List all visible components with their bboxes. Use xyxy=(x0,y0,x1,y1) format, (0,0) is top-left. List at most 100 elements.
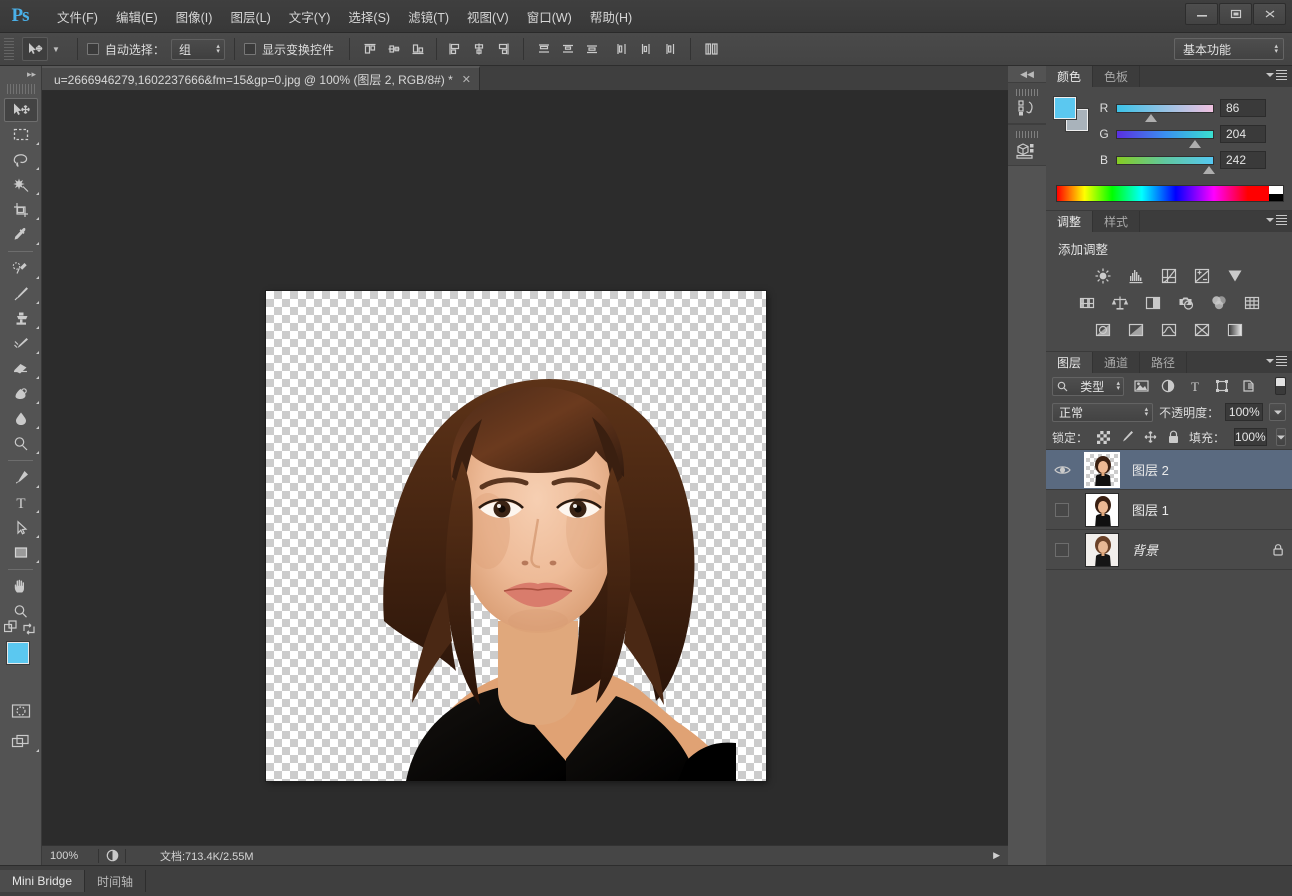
tab-styles[interactable]: 样式 xyxy=(1093,211,1141,232)
layer-thumbnail[interactable] xyxy=(1085,492,1119,527)
move-tool-icon[interactable] xyxy=(22,37,48,61)
fill-value[interactable]: 100% xyxy=(1234,428,1267,446)
menu-layer[interactable]: 图层(L) xyxy=(221,4,279,29)
black-white-icon[interactable] xyxy=(1141,292,1165,314)
foreground-color-swatch[interactable] xyxy=(1053,96,1077,120)
filter-smart-objects-icon[interactable] xyxy=(1239,376,1259,396)
maximize-button[interactable] xyxy=(1219,3,1252,25)
canvas[interactable] xyxy=(42,91,1008,871)
quick-mask-toggle[interactable] xyxy=(0,698,42,723)
collapse-panels-button[interactable]: ◀◀ xyxy=(1008,66,1046,82)
distribute-right-edges-icon[interactable] xyxy=(659,38,681,60)
magic-wand-tool[interactable] xyxy=(0,172,42,197)
foreground-color-swatch[interactable] xyxy=(6,641,30,665)
eyedropper-tool[interactable] xyxy=(0,222,42,247)
distribute-left-edges-icon[interactable] xyxy=(611,38,633,60)
color-panel-menu-icon[interactable] xyxy=(1266,70,1287,80)
slider-track-b[interactable] xyxy=(1116,155,1214,165)
crop-tool[interactable] xyxy=(0,197,42,222)
history-brush-tool[interactable] xyxy=(0,331,42,356)
auto-select-target-select[interactable]: 组 ▴ ▾ xyxy=(170,38,225,60)
history-panel-icon[interactable] xyxy=(1008,82,1046,124)
tab-mini-bridge[interactable]: Mini Bridge xyxy=(0,870,86,892)
distribute-vertical-centers-icon[interactable] xyxy=(557,38,579,60)
slider-thumb-r[interactable] xyxy=(1145,114,1157,123)
channel-mixer-icon[interactable] xyxy=(1207,292,1231,314)
auto-select-checkbox[interactable] xyxy=(86,43,99,55)
hue-saturation-icon[interactable] xyxy=(1075,292,1099,314)
layer-thumbnail[interactable] xyxy=(1085,532,1119,567)
brightness-contrast-icon[interactable] xyxy=(1091,265,1115,287)
hue-spectrum[interactable] xyxy=(1057,186,1269,201)
rectangular-marquee-tool[interactable] xyxy=(0,122,42,147)
toolbar-grip[interactable] xyxy=(6,84,35,94)
eraser-tool[interactable] xyxy=(0,356,42,381)
dodge-tool[interactable] xyxy=(0,431,42,456)
clone-stamp-tool[interactable] xyxy=(0,306,42,331)
black-white-swatches[interactable] xyxy=(1269,186,1283,201)
align-left-edges-icon[interactable] xyxy=(444,38,466,60)
levels-icon[interactable] xyxy=(1124,265,1148,287)
3d-panel-icon[interactable] xyxy=(1008,124,1046,166)
screen-mode-toggle[interactable] xyxy=(0,729,42,754)
layers-panel-menu-icon[interactable] xyxy=(1266,356,1287,366)
lock-image-pixels-icon[interactable] xyxy=(1119,429,1134,445)
tab-channels[interactable]: 通道 xyxy=(1093,352,1141,373)
tab-timeline[interactable]: 时间轴 xyxy=(85,870,147,892)
gradient-tool[interactable] xyxy=(0,381,42,406)
menu-edit[interactable]: 编辑(E) xyxy=(107,4,167,29)
options-bar-grip[interactable] xyxy=(4,38,14,60)
lasso-tool[interactable] xyxy=(0,147,42,172)
slider-track-r[interactable] xyxy=(1116,103,1214,113)
align-horizontal-centers-icon[interactable] xyxy=(468,38,490,60)
rectangle-tool[interactable] xyxy=(0,540,42,565)
align-right-edges-icon[interactable] xyxy=(492,38,514,60)
invert-icon[interactable] xyxy=(1091,319,1115,341)
posterize-icon[interactable] xyxy=(1124,319,1148,341)
tab-paths[interactable]: 路径 xyxy=(1140,352,1188,373)
selective-color-icon[interactable] xyxy=(1190,319,1214,341)
toolbar-expand-button[interactable]: ▸▸ xyxy=(0,66,41,82)
filter-pixel-layers-icon[interactable] xyxy=(1131,376,1151,396)
color-balance-icon[interactable] xyxy=(1108,292,1132,314)
align-top-edges-icon[interactable] xyxy=(359,38,381,60)
distribute-horizontal-centers-icon[interactable] xyxy=(635,38,657,60)
layer-thumbnail-cell[interactable] xyxy=(1078,532,1126,567)
photo-filter-icon[interactable] xyxy=(1174,292,1198,314)
menu-type[interactable]: 文字(Y) xyxy=(280,4,340,29)
menu-window[interactable]: 窗口(W) xyxy=(518,4,581,29)
tab-swatches[interactable]: 色板 xyxy=(1093,66,1141,87)
align-bottom-edges-icon[interactable] xyxy=(407,38,429,60)
table-row[interactable]: 图层 2 xyxy=(1046,450,1292,490)
color-spectrum-bar[interactable] xyxy=(1056,185,1284,202)
close-icon[interactable]: ✕ xyxy=(462,73,471,86)
opacity-value[interactable]: 100% xyxy=(1225,403,1264,421)
slider-thumb-b[interactable] xyxy=(1203,166,1215,175)
horizontal-type-tool[interactable]: T xyxy=(0,490,42,515)
move-tool[interactable] xyxy=(4,98,38,122)
layer-name[interactable]: 背景 xyxy=(1126,540,1264,559)
opacity-chevron-down-icon[interactable] xyxy=(1269,403,1286,421)
blend-mode-select[interactable]: 正常 ▴ ▾ xyxy=(1052,402,1154,422)
lock-transparent-pixels-icon[interactable] xyxy=(1097,429,1111,445)
table-row[interactable]: 图层 1 xyxy=(1046,490,1292,530)
path-selection-tool[interactable] xyxy=(0,515,42,540)
tab-adjustments[interactable]: 调整 xyxy=(1046,211,1094,232)
menu-help[interactable]: 帮助(H) xyxy=(581,4,641,29)
brush-tool[interactable] xyxy=(0,281,42,306)
filter-shape-layers-icon[interactable] xyxy=(1212,376,1232,396)
layer-visibility-toggle[interactable] xyxy=(1046,502,1078,517)
lock-all-icon[interactable] xyxy=(1167,429,1180,445)
fill-chevron-down-icon[interactable] xyxy=(1275,428,1286,446)
lock-position-icon[interactable] xyxy=(1143,429,1158,445)
vibrance-icon[interactable] xyxy=(1223,265,1247,287)
layer-visibility-toggle[interactable] xyxy=(1046,464,1078,476)
table-row[interactable]: 背景 xyxy=(1046,530,1292,570)
eye-off-icon[interactable] xyxy=(1055,502,1069,517)
hand-tool[interactable] xyxy=(0,574,42,599)
show-transform-checkbox[interactable] xyxy=(243,43,256,55)
filter-type-layers-icon[interactable]: T xyxy=(1185,376,1205,396)
channel-value-b[interactable]: 242 xyxy=(1220,151,1266,169)
channel-value-r[interactable]: 86 xyxy=(1220,99,1266,117)
tab-color[interactable]: 颜色 xyxy=(1046,66,1094,87)
